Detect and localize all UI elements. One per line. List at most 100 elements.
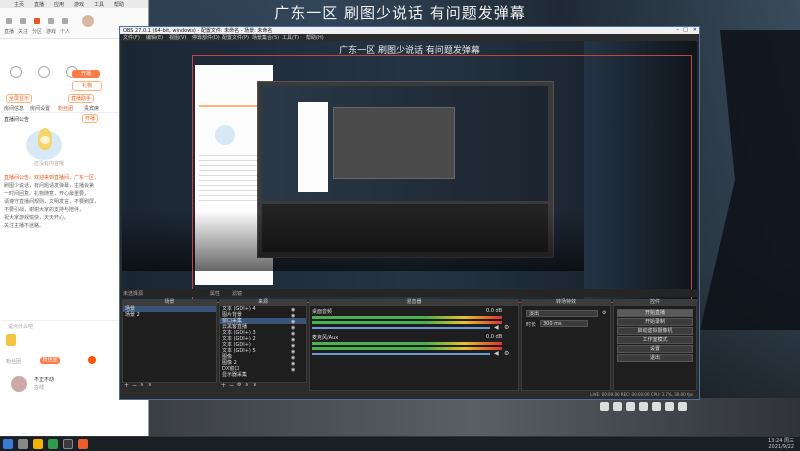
tray-icon-7[interactable] <box>678 402 687 411</box>
menu-view[interactable]: 视图(V) <box>169 34 186 41</box>
browser-icon[interactable] <box>48 439 58 449</box>
mixer-mic-name: 麦克风/Aux <box>312 335 339 341</box>
browser-menu-tools[interactable]: 工具 <box>94 1 104 8</box>
user-icon[interactable] <box>10 66 22 78</box>
settings-button[interactable]: 设置 <box>617 345 693 353</box>
mixer-mic-speaker-icon[interactable]: ◀ <box>494 350 499 357</box>
tray-icon-3[interactable] <box>626 402 635 411</box>
transition-select[interactable]: 淡出 <box>526 310 598 317</box>
duration-label: 时长 <box>526 322 537 328</box>
edit-notice-button[interactable]: 开播 <box>82 114 99 123</box>
exit-button[interactable]: 退出 <box>617 354 693 362</box>
properties-button[interactable]: 属性 <box>210 290 220 297</box>
obs-preview[interactable]: 广东一区 刷图少说话 有问题发弹幕 <box>122 41 697 303</box>
virtual-camera-button[interactable]: 启动虚拟摄像机 <box>617 327 693 335</box>
duration-input[interactable]: 300 ms <box>540 320 588 327</box>
scenes-list: 场景 场景 2 <box>122 305 217 383</box>
taskbar: 13:24 周三 2021/9/22 <box>0 436 800 451</box>
scene-add-icon[interactable]: + <box>124 382 129 389</box>
source-add-icon[interactable]: + <box>221 382 226 389</box>
heart-icon[interactable] <box>20 18 26 24</box>
browser-menu-live[interactable]: 直播 <box>34 1 44 8</box>
minimize-icon[interactable]: – <box>677 27 680 33</box>
scene-down-icon[interactable]: ∨ <box>148 382 152 388</box>
menu-tools[interactable]: 工具(T) <box>282 34 299 41</box>
source-gear-icon[interactable]: ⚙ <box>237 382 241 388</box>
tab-room-settings[interactable]: 房间设置 <box>30 105 50 112</box>
menu-help[interactable]: 帮助(H) <box>306 34 324 41</box>
mixer-desktop-slider[interactable] <box>312 327 490 329</box>
filters-button[interactable]: 滤镜 <box>232 290 242 297</box>
sources-dock: 来源 文本 (GDI+) 4 图片背景 窗口采集 云黑客直播 文本 (GDI+)… <box>219 299 307 389</box>
tab-vip[interactable]: 贵宾席 <box>84 105 99 112</box>
fullscreen-link[interactable]: 全屏显示 <box>6 94 33 103</box>
tray-icon-5[interactable] <box>652 402 661 411</box>
start-streaming-button[interactable]: 开始直播 <box>617 309 693 317</box>
app-icon[interactable] <box>78 439 88 449</box>
menu-file[interactable]: 文件(F) <box>123 34 140 41</box>
browser-menu-home[interactable]: 主页 <box>14 1 24 8</box>
mixer-body: 桌面音频 0.0 dB ◀ ⚙ 麦克风/Aux 0.0 dB ◀ ⚙ <box>309 305 519 391</box>
notice-label: 直播间公告 <box>4 117 30 123</box>
close-window-icon[interactable]: ✕ <box>693 27 697 33</box>
start-recording-button[interactable]: 开始录制 <box>617 318 693 326</box>
nav-label-0: 直播 <box>4 29 15 35</box>
chat-user-avatar[interactable] <box>11 376 27 392</box>
scene-up-icon[interactable]: ∧ <box>140 382 144 388</box>
source-up-icon[interactable]: ∧ <box>245 382 249 388</box>
gift-icon[interactable] <box>34 18 40 24</box>
menu-profile[interactable]: 配置文件(P) <box>222 34 249 41</box>
tray-icon-1[interactable] <box>600 402 609 411</box>
obs-title: OBS 27.0.1 (64-bit, windows) - 配置文件: 未命名… <box>123 28 273 34</box>
fans-label: 粉丝团 <box>6 359 22 365</box>
menu-scene-collection[interactable]: 场景集合(S) <box>252 34 279 41</box>
menu-docks[interactable]: 停靠部件(D) <box>192 34 220 41</box>
taskbar-clock[interactable]: 13:24 周三 2021/9/22 <box>768 438 794 450</box>
maximize-icon[interactable]: □ <box>683 27 688 33</box>
gift-button[interactable]: 礼物 <box>72 81 102 91</box>
home-icon[interactable] <box>6 18 12 24</box>
mixer-desktop-speaker-icon[interactable]: ◀ <box>494 324 499 331</box>
tab-fans[interactable]: 粉丝团 <box>58 105 73 112</box>
fans-join-button[interactable]: 粉丝团 <box>40 357 60 364</box>
wallpaper-figure <box>700 30 800 330</box>
chat-input[interactable]: 说点什么吧 <box>8 323 33 330</box>
assistant-link[interactable]: 直播助手 <box>68 94 95 103</box>
tray-icon-2[interactable] <box>613 402 622 411</box>
source-bounds <box>192 55 692 303</box>
menu-edit[interactable]: 编辑(E) <box>146 34 163 41</box>
studio-mode-button[interactable]: 工作室模式 <box>617 336 693 344</box>
obs-icon[interactable] <box>63 439 73 449</box>
tray-icon-4[interactable] <box>639 402 648 411</box>
mixer-mic-slider[interactable] <box>312 353 490 355</box>
mixer-mic-gear-icon[interactable]: ⚙ <box>504 350 509 357</box>
visibility-eye-icon[interactable]: ◉ ◉ ◉ ◉ ◉ ◉ ◉ ◉ ◉ ◉ ◉ <box>291 307 295 373</box>
source-down-icon[interactable]: ∨ <box>253 382 257 388</box>
obs-titlebar: OBS 27.0.1 (64-bit, windows) - 配置文件: 未命名… <box>120 27 699 34</box>
transition-gear-icon[interactable]: ⚙ <box>602 310 606 316</box>
source-toolbar: 未选择源 属性 滤镜 <box>120 289 699 297</box>
scene-item[interactable]: 场景 2 <box>123 312 216 318</box>
browser-menu-apps[interactable]: 应用 <box>54 1 64 8</box>
avatar[interactable] <box>82 15 94 27</box>
grid-icon[interactable] <box>62 18 68 24</box>
tray-icon-6[interactable] <box>665 402 674 411</box>
no-source-label: 未选择源 <box>123 291 144 297</box>
search-icon[interactable] <box>18 439 28 449</box>
scene-remove-icon[interactable]: − <box>132 382 137 389</box>
mascot-caption: 还没有内容哦 <box>34 161 65 167</box>
obs-window: OBS 27.0.1 (64-bit, windows) - 配置文件: 未命名… <box>119 26 700 400</box>
game-icon[interactable] <box>48 18 54 24</box>
source-remove-icon[interactable]: − <box>229 382 234 389</box>
start-icon[interactable] <box>3 439 13 449</box>
folder-icon[interactable] <box>33 439 43 449</box>
tab-room-info[interactable]: 房间信息 <box>4 105 24 112</box>
nav-label-4: 个人 <box>60 29 71 35</box>
close-icon[interactable] <box>88 356 96 364</box>
browser-menu-games[interactable]: 游戏 <box>74 1 84 8</box>
open-live-button[interactable]: 开播 <box>72 70 100 78</box>
browser-menu-help[interactable]: 帮助 <box>114 1 124 8</box>
clock-icon[interactable] <box>38 66 50 78</box>
mixer-mic-level: 0.0 dB <box>486 334 503 340</box>
mixer-desktop-gear-icon[interactable]: ⚙ <box>504 324 509 331</box>
